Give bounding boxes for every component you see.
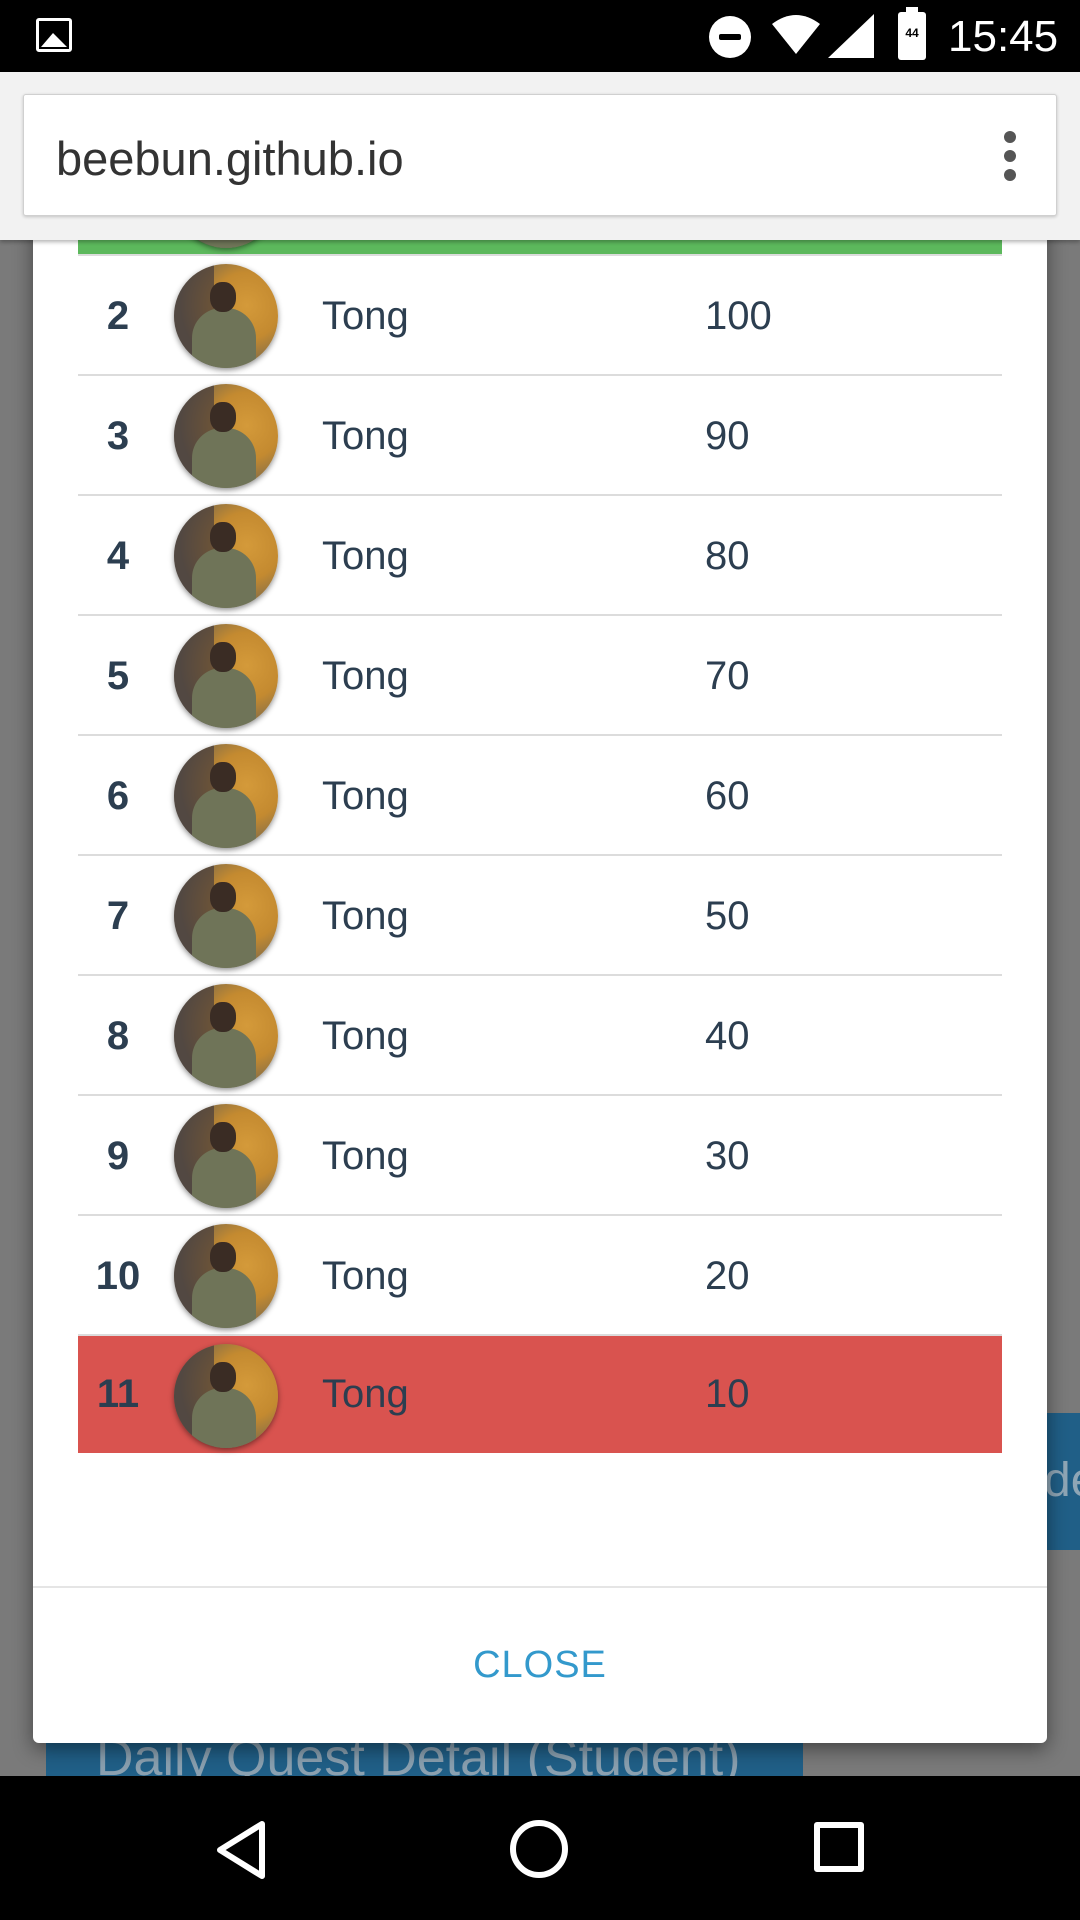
avatar (174, 744, 278, 848)
player-name: Tong (322, 1372, 409, 1416)
leaderboard-row: 9 Tong 30 (78, 1096, 1002, 1216)
player-name: Tong (322, 414, 409, 458)
url-text[interactable]: beebun.github.io (56, 131, 404, 186)
back-icon[interactable] (214, 1820, 268, 1880)
player-name: Tong (322, 534, 409, 578)
rank-number: 9 (106, 1134, 130, 1178)
player-score: 20 (705, 1254, 750, 1298)
rank-number: 6 (106, 774, 130, 818)
avatar (174, 1104, 278, 1208)
status-bar: 44 15:45 (0, 0, 1080, 72)
player-score: 10 (705, 1372, 750, 1416)
navigation-bar (0, 1776, 1080, 1920)
close-button[interactable]: CLOSE (33, 1588, 1047, 1743)
url-bar[interactable]: beebun.github.io (23, 94, 1057, 216)
avatar (174, 864, 278, 968)
rank-number: 8 (106, 1014, 130, 1058)
avatar (174, 1344, 278, 1448)
rank-number: 10 (95, 1254, 141, 1298)
leaderboard-row: 10 Tong 20 (78, 1216, 1002, 1336)
player-score: 100 (705, 294, 772, 338)
leaderboard-row: 3 Tong 90 (78, 376, 1002, 496)
rank-number: 4 (106, 534, 130, 578)
clock: 15:45 (948, 12, 1059, 61)
player-name: Tong (322, 894, 409, 938)
background-button-right-label: de (1044, 1454, 1080, 1507)
player-name: Tong (322, 294, 409, 338)
player-score: 30 (705, 1134, 750, 1178)
background-daily-quest-button: Daily Quest Detail (Student) (46, 1742, 803, 1776)
player-score: 80 (705, 534, 750, 578)
leaderboard-list: 1Tong1202Tong1003Tong904Tong805Tong706To… (78, 150, 1002, 1453)
avatar (174, 504, 278, 608)
more-vert-icon[interactable] (1004, 131, 1016, 181)
avatar (174, 984, 278, 1088)
rank-number: 11 (96, 1372, 140, 1416)
player-name: Tong (322, 1014, 409, 1058)
signal-icon (828, 14, 874, 58)
player-name: Tong (322, 774, 409, 818)
avatar (174, 624, 278, 728)
player-score: 50 (705, 894, 750, 938)
rank-number: 3 (106, 414, 130, 458)
modal-footer: CLOSE (33, 1586, 1047, 1743)
avatar (174, 264, 278, 368)
player-name: Tong (322, 654, 409, 698)
leaderboard-modal: 1Tong1202Tong1003Tong904Tong805Tong706To… (33, 150, 1047, 1743)
player-score: 70 (705, 654, 750, 698)
background-button-right: de (1044, 1413, 1080, 1550)
player-score: 40 (705, 1014, 750, 1058)
leaderboard-row: 7 Tong 50 (78, 856, 1002, 976)
leaderboard-row: 2 Tong 100 (78, 256, 1002, 376)
rank-number: 7 (106, 894, 130, 938)
background-daily-quest-label: Daily Quest Detail (Student) (96, 1742, 741, 1776)
recent-apps-icon[interactable] (814, 1822, 864, 1872)
image-notification-icon (36, 18, 72, 52)
leaderboard-row: 6 Tong 60 (78, 736, 1002, 856)
player-name: Tong (322, 1254, 409, 1298)
leaderboard-row: 8 Tong 40 (78, 976, 1002, 1096)
rank-number: 5 (106, 654, 130, 698)
leaderboard-row: 11 Tong 10 (78, 1336, 1002, 1453)
player-score: 60 (705, 774, 750, 818)
battery-icon: 44 (898, 7, 926, 60)
leaderboard-row: 5 Tong 70 (78, 616, 1002, 736)
avatar (174, 1224, 278, 1328)
player-name: Tong (322, 1134, 409, 1178)
player-score: 90 (705, 414, 750, 458)
do-not-disturb-icon (709, 16, 751, 58)
avatar (174, 384, 278, 488)
battery-level: 44 (905, 26, 919, 40)
home-icon[interactable] (510, 1820, 568, 1878)
rank-number: 2 (106, 294, 130, 338)
wifi-icon (772, 15, 820, 54)
leaderboard-row: 4 Tong 80 (78, 496, 1002, 616)
browser-toolbar: beebun.github.io (0, 72, 1080, 240)
